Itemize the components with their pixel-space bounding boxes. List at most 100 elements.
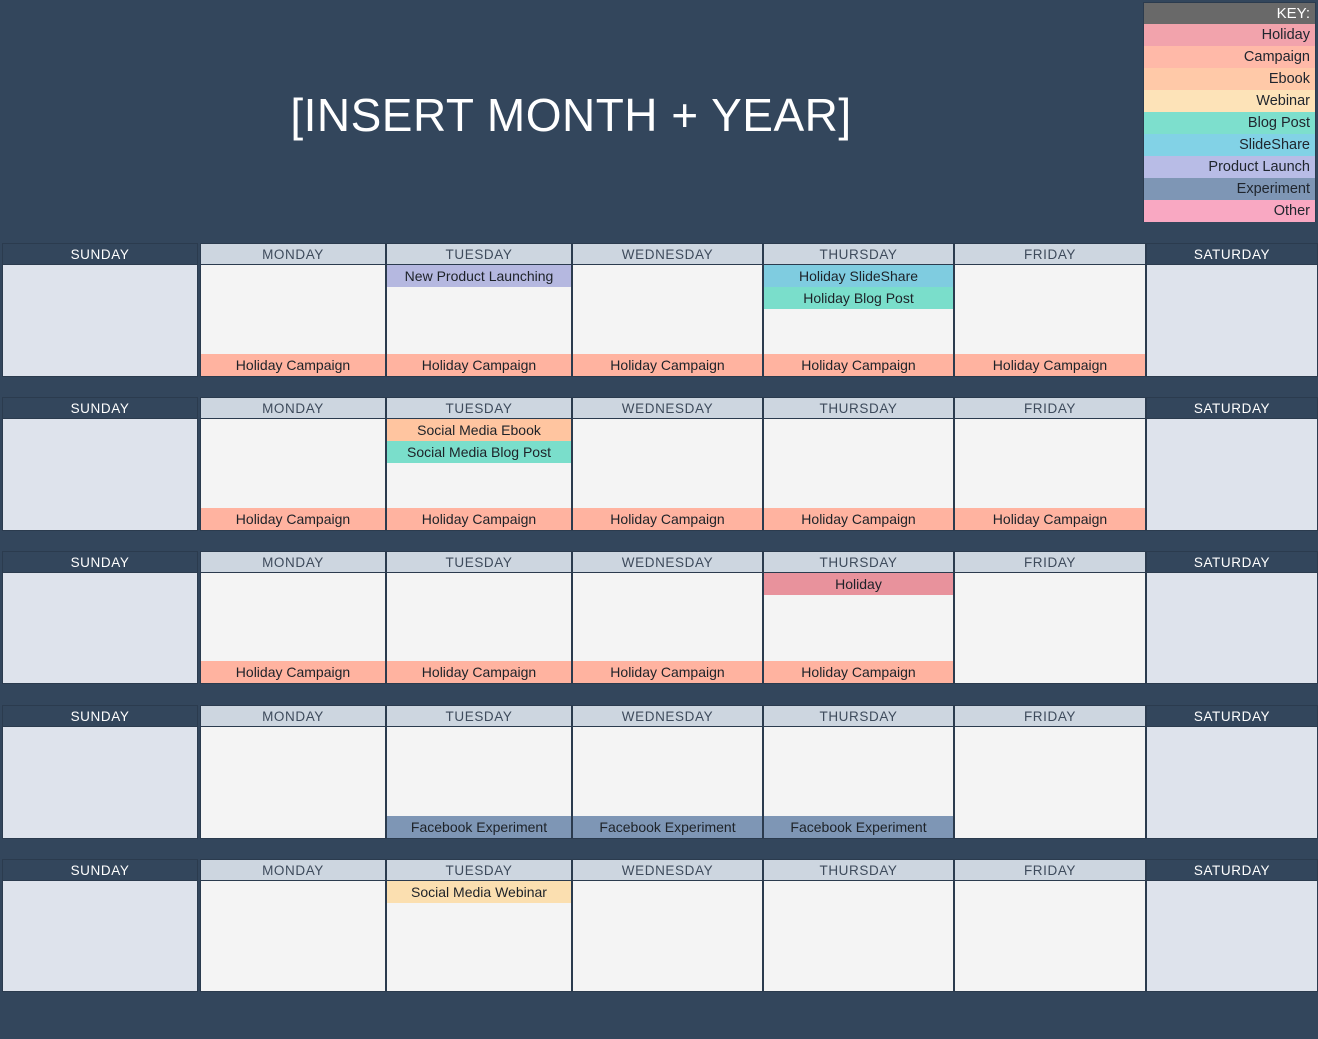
day-cell[interactable]: Social Media Ebook Social Media Blog Post…: [386, 419, 572, 531]
event-bar[interactable]: Holiday Campaign: [387, 354, 571, 376]
day-cell[interactable]: Holiday Campaign: [200, 419, 386, 531]
day-cell[interactable]: Facebook Experiment: [763, 727, 954, 839]
day-header-wednesday: WEDNESDAY: [572, 705, 763, 727]
day-cell[interactable]: [200, 727, 386, 839]
key-legend-item: Product Launch: [1144, 156, 1315, 178]
event-bar[interactable]: Holiday Campaign: [573, 661, 762, 683]
event-bar[interactable]: Holiday Campaign: [201, 661, 385, 683]
week-header-row: SUNDAY MONDAY TUESDAY WEDNESDAY THURSDAY FRID…: [2, 551, 1318, 573]
day-cell[interactable]: Holiday Campaign: [200, 265, 386, 377]
day-cell-spacer: [764, 727, 953, 816]
day-cell[interactable]: [2, 573, 198, 684]
event-bar[interactable]: Holiday SlideShare: [764, 265, 953, 287]
day-cell[interactable]: Holiday Campaign: [954, 265, 1146, 377]
day-cell[interactable]: Facebook Experiment: [572, 727, 763, 839]
event-bar[interactable]: Holiday Blog Post: [764, 287, 953, 309]
day-cell[interactable]: [1146, 573, 1318, 684]
event-bar[interactable]: Holiday Campaign: [201, 354, 385, 376]
day-header-saturday: SATURDAY: [1146, 551, 1318, 573]
event-bar[interactable]: Facebook Experiment: [573, 816, 762, 838]
key-legend-item: Other: [1144, 200, 1315, 222]
day-cell[interactable]: [1146, 419, 1318, 531]
day-cell[interactable]: Holiday Campaign: [572, 419, 763, 531]
day-header-friday: FRIDAY: [954, 243, 1146, 265]
day-cell[interactable]: [1146, 881, 1318, 992]
day-cell[interactable]: [1146, 727, 1318, 839]
day-header-saturday: SATURDAY: [1146, 705, 1318, 727]
day-cell[interactable]: [2, 881, 198, 992]
day-cell[interactable]: [954, 881, 1146, 992]
week-cells-row: Facebook Experiment Facebook Experiment Fa…: [2, 727, 1318, 839]
day-cell-spacer: [1147, 573, 1317, 683]
day-cell[interactable]: [572, 881, 763, 992]
day-cell[interactable]: [2, 419, 198, 531]
day-cell-spacer: [387, 903, 571, 991]
day-cell[interactable]: Holiday Campaign: [572, 573, 763, 684]
day-header-friday: FRIDAY: [954, 705, 1146, 727]
day-cell[interactable]: Holiday Campaign: [200, 573, 386, 684]
day-cell[interactable]: Holiday Holiday Campaign: [763, 573, 954, 684]
day-cell[interactable]: Holiday Campaign: [572, 265, 763, 377]
day-cell[interactable]: Facebook Experiment: [386, 727, 572, 839]
day-cell-spacer: [764, 881, 953, 991]
day-cell[interactable]: Holiday Campaign: [763, 419, 954, 531]
page-title: [INSERT MONTH + YEAR]: [290, 89, 852, 141]
event-bar[interactable]: Facebook Experiment: [387, 816, 571, 838]
day-cell-spacer: [573, 265, 762, 354]
day-cell[interactable]: [954, 573, 1146, 684]
day-cell-spacer: [764, 419, 953, 508]
event-bar[interactable]: Holiday: [764, 573, 953, 595]
day-header-sunday: SUNDAY: [2, 243, 198, 265]
event-bar[interactable]: Holiday Campaign: [955, 508, 1145, 530]
day-cell-spacer: [3, 881, 197, 991]
event-bar[interactable]: Holiday Campaign: [387, 661, 571, 683]
day-cell[interactable]: Holiday Campaign: [954, 419, 1146, 531]
day-cell-spacer: [573, 419, 762, 508]
day-cell-spacer: [387, 573, 571, 661]
key-legend-title: KEY:: [1144, 3, 1315, 24]
day-header-sunday: SUNDAY: [2, 859, 198, 881]
event-bar[interactable]: Holiday Campaign: [764, 354, 953, 376]
week-cells-row: Holiday Campaign New Product Launching Hol…: [2, 265, 1318, 377]
day-cell[interactable]: New Product Launching Holiday Campaign: [386, 265, 572, 377]
event-bar[interactable]: Holiday Campaign: [955, 354, 1145, 376]
day-header-monday: MONDAY: [200, 243, 386, 265]
day-header-tuesday: TUESDAY: [386, 705, 572, 727]
week-header-row: SUNDAY MONDAY TUESDAY WEDNESDAY THURSDAY FRID…: [2, 859, 1318, 881]
day-cell[interactable]: [2, 727, 198, 839]
day-cell[interactable]: [2, 265, 198, 377]
day-cell-spacer: [1147, 265, 1317, 376]
day-cell-spacer: [387, 727, 571, 816]
event-bar[interactable]: Holiday Campaign: [764, 508, 953, 530]
day-header-tuesday: TUESDAY: [386, 551, 572, 573]
day-cell[interactable]: [763, 881, 954, 992]
event-bar[interactable]: Social Media Blog Post: [387, 441, 571, 463]
day-header-tuesday: TUESDAY: [386, 243, 572, 265]
day-header-thursday: THURSDAY: [763, 243, 954, 265]
day-header-thursday: THURSDAY: [763, 551, 954, 573]
day-cell-spacer: [573, 881, 762, 991]
day-cell[interactable]: [200, 881, 386, 992]
event-bar[interactable]: Social Media Ebook: [387, 419, 571, 441]
event-bar[interactable]: Holiday Campaign: [387, 508, 571, 530]
day-cell-spacer: [201, 727, 385, 838]
day-cell[interactable]: Social Media Webinar: [386, 881, 572, 992]
day-cell-spacer: [955, 419, 1145, 508]
day-cell[interactable]: [954, 727, 1146, 839]
day-cell-spacer: [573, 727, 762, 816]
day-cell[interactable]: Holiday SlideShare Holiday Blog Post Holid…: [763, 265, 954, 377]
day-cell-spacer: [955, 265, 1145, 354]
key-legend: KEY: Holiday Campaign Ebook Webinar Blog Pos…: [1143, 2, 1316, 222]
event-bar[interactable]: Holiday Campaign: [573, 354, 762, 376]
event-bar[interactable]: Social Media Webinar: [387, 881, 571, 903]
event-bar[interactable]: Holiday Campaign: [573, 508, 762, 530]
day-cell[interactable]: [1146, 265, 1318, 377]
event-bar[interactable]: Facebook Experiment: [764, 816, 953, 838]
event-bar[interactable]: New Product Launching: [387, 265, 571, 287]
event-bar[interactable]: Holiday Campaign: [201, 508, 385, 530]
day-header-friday: FRIDAY: [954, 397, 1146, 419]
day-header-monday: MONDAY: [200, 397, 386, 419]
event-bar[interactable]: Holiday Campaign: [764, 661, 953, 683]
day-cell[interactable]: Holiday Campaign: [386, 573, 572, 684]
calendar-bottom-filler: [2, 992, 1316, 1037]
